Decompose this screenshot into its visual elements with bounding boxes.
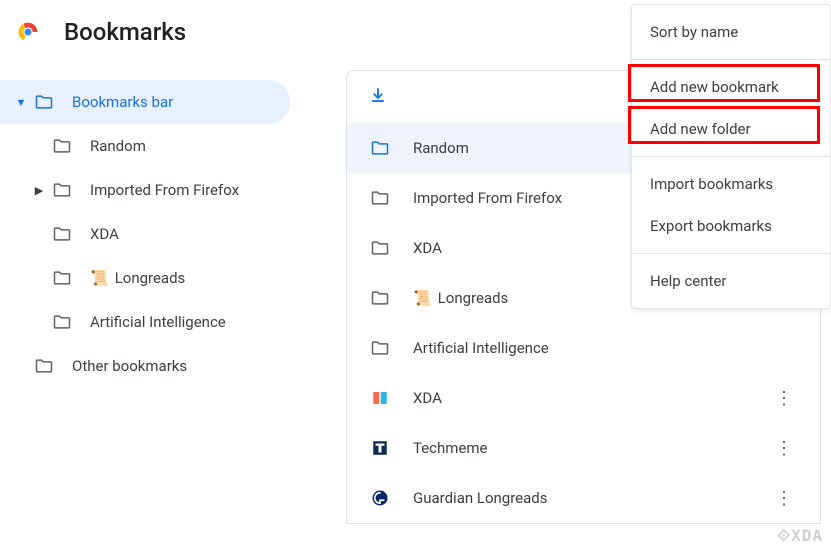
menu-item-sort-by-name[interactable]: Sort by name <box>632 11 830 53</box>
list-item[interactable]: XDA⋮ <box>347 373 820 423</box>
folder-icon <box>369 237 391 259</box>
folder-icon <box>52 224 72 244</box>
organise-icon[interactable] <box>369 86 387 108</box>
site-guardian-favicon-icon <box>369 487 391 509</box>
menu-divider <box>632 253 830 254</box>
sidebar-item-label: Other bookmarks <box>72 357 290 375</box>
sidebar-item-imported-from-firefox[interactable]: ▶ Imported From Firefox <box>0 168 290 212</box>
more-actions-icon[interactable]: ⋮ <box>770 384 798 412</box>
sidebar-item-xda[interactable]: XDA <box>0 212 290 256</box>
sidebar-tree: ▼ Bookmarks bar Random ▶ Imported From Firef… <box>0 60 290 524</box>
sidebar-item-label: Bookmarks bar <box>72 93 290 111</box>
folder-icon <box>52 268 72 288</box>
folder-icon <box>52 136 72 156</box>
more-actions-icon[interactable]: ⋮ <box>770 484 798 512</box>
sidebar-item-label: 📜Longreads <box>90 269 290 287</box>
sidebar-item-label: Imported From Firefox <box>90 181 290 199</box>
menu-item-add-new-folder[interactable]: Add new folder <box>632 108 830 150</box>
list-item-label: Artificial Intelligence <box>413 339 798 357</box>
sidebar-item-label: Random <box>90 137 290 155</box>
more-actions-icon[interactable]: ⋮ <box>770 434 798 462</box>
menu-item-import-bookmarks[interactable]: Import bookmarks <box>632 163 830 205</box>
sidebar-item-artificial-intelligence[interactable]: Artificial Intelligence <box>0 300 290 344</box>
list-item-label: Guardian Longreads <box>413 489 770 507</box>
sidebar-item-longreads[interactable]: 📜Longreads <box>0 256 290 300</box>
list-item-label: XDA <box>413 389 770 407</box>
expand-toggle-icon[interactable]: ▼ <box>12 96 30 109</box>
menu-item-export-bookmarks[interactable]: Export bookmarks <box>632 205 830 247</box>
expand-toggle-icon[interactable]: ▶ <box>30 184 48 197</box>
folder-icon <box>369 337 391 359</box>
emoji-prefix-icon: 📜 <box>90 269 109 287</box>
menu-item-add-new-bookmark[interactable]: Add new bookmark <box>632 66 830 108</box>
sidebar-item-label: XDA <box>90 225 290 243</box>
folder-icon <box>34 92 54 112</box>
list-item[interactable]: Artificial Intelligence <box>347 323 820 373</box>
list-item[interactable]: Techmeme⋮ <box>347 423 820 473</box>
sidebar-item-label: Artificial Intelligence <box>90 313 290 331</box>
folder-icon <box>34 356 54 376</box>
menu-divider <box>632 156 830 157</box>
emoji-prefix-icon: 📜 <box>413 289 432 307</box>
list-item-label: Techmeme <box>413 439 770 457</box>
sidebar-item-bookmarks-bar[interactable]: ▼ Bookmarks bar <box>0 80 290 124</box>
folder-icon <box>52 312 72 332</box>
context-menu: Sort by name Add new bookmarkAdd new fold… <box>631 4 831 309</box>
list-item[interactable]: Guardian Longreads⋮ <box>347 473 820 523</box>
sidebar-item-other-bookmarks[interactable]: Other bookmarks <box>0 344 290 388</box>
site-xda-favicon-icon <box>369 387 391 409</box>
menu-item-help-center[interactable]: Help center <box>632 260 830 302</box>
site-techmeme-favicon-icon <box>369 437 391 459</box>
folder-icon <box>369 137 391 159</box>
chrome-logo-icon <box>14 18 42 46</box>
folder-icon <box>369 287 391 309</box>
page-title: Bookmarks <box>64 18 186 46</box>
watermark: ⟐XDA <box>777 526 823 546</box>
menu-divider <box>632 59 830 60</box>
sidebar-item-random[interactable]: Random <box>0 124 290 168</box>
folder-icon <box>52 180 72 200</box>
folder-icon <box>369 187 391 209</box>
